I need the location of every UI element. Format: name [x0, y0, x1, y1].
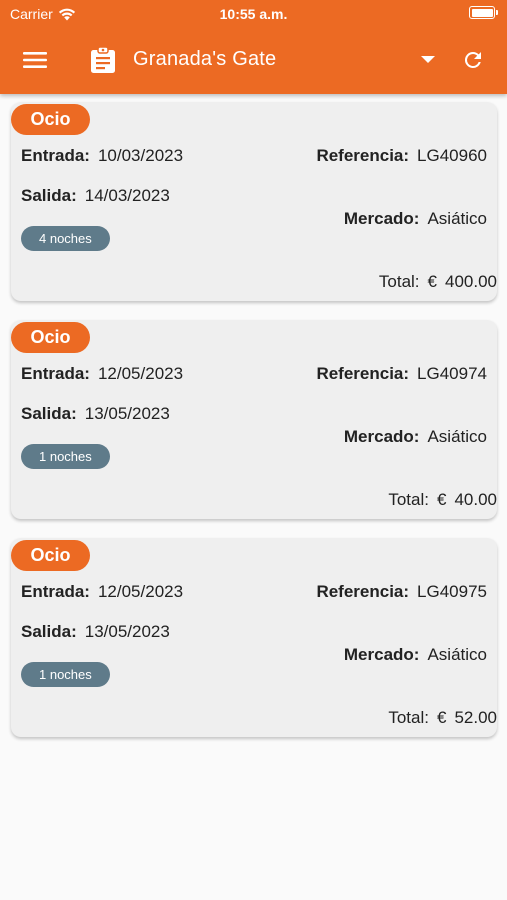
- check-out-label: Salida:: [21, 622, 77, 641]
- booking-card[interactable]: Ocio Entrada: 10/03/2023 Salida: 14/03/202…: [11, 102, 497, 301]
- check-in-value: 10/03/2023: [97, 146, 184, 165]
- check-in-label: Entrada:: [21, 364, 90, 383]
- check-in-value: 12/05/2023: [97, 364, 184, 383]
- arrow-drop-down-icon: [421, 56, 435, 63]
- check-out-value: 13/05/2023: [84, 404, 170, 423]
- reference-row: Referencia: LG40975: [316, 582, 487, 602]
- total-label: Total:: [388, 490, 429, 509]
- toolbar: Granada's Gate: [0, 34, 507, 86]
- booking-card[interactable]: Ocio Entrada: 12/05/2023 Salida: 13/05/202…: [11, 538, 497, 737]
- page-title: Granada's Gate: [133, 48, 277, 70]
- check-out-row: Salida: 14/03/2023: [21, 186, 170, 206]
- reference-value: LG40960: [417, 146, 487, 165]
- hotel-selector-dropdown[interactable]: [414, 48, 442, 72]
- nights-badge: 4 noches: [21, 226, 110, 251]
- total-row: Total: €400.00: [379, 272, 497, 292]
- total-value: 40.00: [454, 490, 497, 509]
- status-time: 10:55 a.m.: [219, 6, 288, 22]
- currency-symbol: €: [436, 708, 447, 727]
- reference-label: Referencia:: [316, 146, 410, 165]
- market-label: Mercado:: [343, 645, 420, 664]
- nights-badge: 1 noches: [21, 444, 110, 469]
- check-in-label: Entrada:: [21, 582, 90, 601]
- status-bar: Carrier 10:55 a.m.: [0, 0, 507, 30]
- check-in-value: 12/05/2023: [97, 582, 184, 601]
- nights-badge: 1 noches: [21, 662, 110, 687]
- market-row: Mercado: Asiático: [344, 645, 487, 665]
- check-in-label: Entrada:: [21, 146, 90, 165]
- reference-label: Referencia:: [316, 364, 410, 383]
- market-row: Mercado: Asiático: [344, 427, 487, 447]
- market-value: Asiático: [427, 645, 487, 664]
- reference-label: Referencia:: [316, 582, 410, 601]
- category-badge: Ocio: [11, 104, 90, 135]
- app-bar: Carrier 10:55 a.m. Granada's Gate: [0, 0, 507, 94]
- booking-card[interactable]: Ocio Entrada: 12/05/2023 Salida: 13/05/202…: [11, 320, 497, 519]
- total-value: 400.00: [445, 272, 497, 291]
- check-in-row: Entrada: 12/05/2023: [21, 582, 183, 602]
- clipboard-icon: [91, 46, 115, 73]
- category-badge: Ocio: [11, 540, 90, 571]
- check-out-row: Salida: 13/05/2023: [21, 622, 170, 642]
- check-out-value: 13/05/2023: [84, 622, 170, 641]
- market-value: Asiático: [427, 209, 487, 228]
- menu-icon: [23, 52, 47, 68]
- refresh-button[interactable]: [456, 44, 490, 76]
- currency-symbol: €: [436, 490, 447, 509]
- market-label: Mercado:: [343, 427, 420, 446]
- total-label: Total:: [388, 708, 429, 727]
- reference-value: LG40974: [417, 364, 487, 383]
- check-out-row: Salida: 13/05/2023: [21, 404, 170, 424]
- market-label: Mercado:: [343, 209, 420, 228]
- refresh-icon: [464, 51, 481, 68]
- check-out-value: 14/03/2023: [84, 186, 170, 205]
- check-in-row: Entrada: 12/05/2023: [21, 364, 183, 384]
- reference-value: LG40975: [417, 582, 487, 601]
- menu-button[interactable]: [16, 44, 54, 76]
- reference-row: Referencia: LG40960: [316, 146, 487, 166]
- currency-symbol: €: [427, 272, 437, 291]
- check-out-label: Salida:: [21, 404, 77, 423]
- check-in-row: Entrada: 10/03/2023: [21, 146, 183, 166]
- category-badge: Ocio: [11, 322, 90, 353]
- market-value: Asiático: [427, 427, 487, 446]
- battery-icon: [469, 6, 498, 19]
- check-out-label: Salida:: [21, 186, 77, 205]
- total-value: 52.00: [454, 708, 497, 727]
- total-row: Total: €52.00: [388, 708, 497, 728]
- market-row: Mercado: Asiático: [344, 209, 487, 229]
- total-row: Total: €40.00: [388, 490, 497, 510]
- total-label: Total:: [378, 272, 420, 291]
- reference-row: Referencia: LG40974: [316, 364, 487, 384]
